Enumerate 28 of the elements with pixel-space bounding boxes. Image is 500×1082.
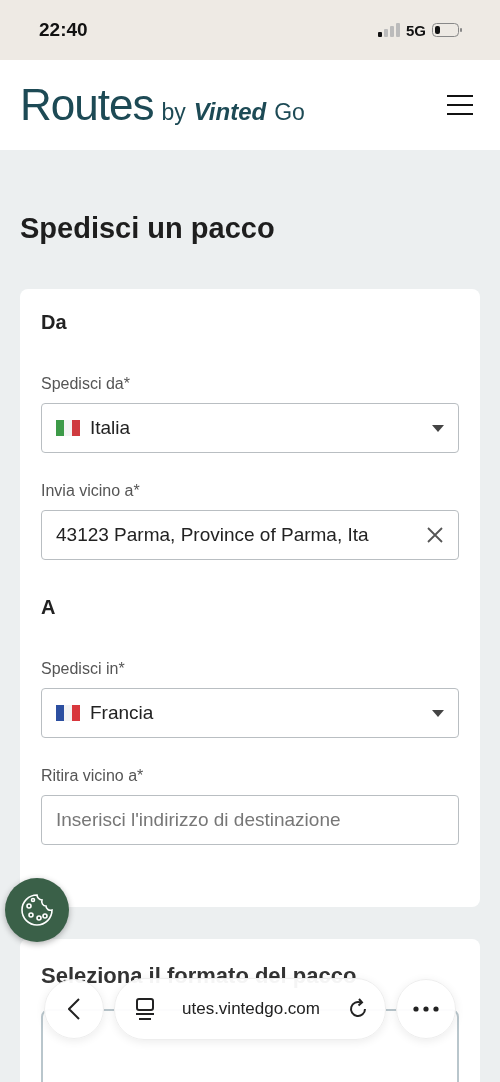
field-label: Spedisci da* (41, 375, 131, 393)
url-text: utes.vintedgo.com (182, 999, 320, 1019)
flag-icon (56, 705, 80, 721)
reload-icon[interactable] (347, 998, 369, 1020)
network-label: 5G (406, 21, 426, 39)
country-select[interactable]: Italia (41, 403, 459, 453)
section-heading: Da (41, 311, 68, 334)
status-time: 22:40 (39, 19, 88, 41)
chevron-left-icon (68, 998, 80, 1020)
field-label: Ritira vicino a* (41, 767, 145, 785)
address-field[interactable]: Inserisci l'indirizzo di destinazione (41, 795, 459, 845)
cookie-icon (19, 892, 55, 928)
cookie-button[interactable] (5, 878, 69, 942)
caret-icon (432, 424, 444, 432)
field-label: Invia vicino a* (41, 482, 141, 500)
menu-button[interactable] (446, 94, 474, 116)
signal-icon (378, 23, 400, 37)
country-select[interactable]: Francia (41, 688, 459, 738)
field-label: Spedisci in* (41, 660, 126, 678)
close-icon[interactable] (427, 527, 443, 543)
battery-icon (432, 23, 462, 37)
section-heading: A (41, 596, 57, 619)
flag-icon (56, 420, 80, 436)
address-field[interactable]: 43123 Parma, Province of Parma, Ita (41, 510, 459, 560)
tabs-icon[interactable] (135, 998, 155, 1020)
page-title: Spedisci un pacco (20, 212, 276, 245)
more-icon (413, 1006, 439, 1012)
caret-icon (432, 709, 444, 717)
